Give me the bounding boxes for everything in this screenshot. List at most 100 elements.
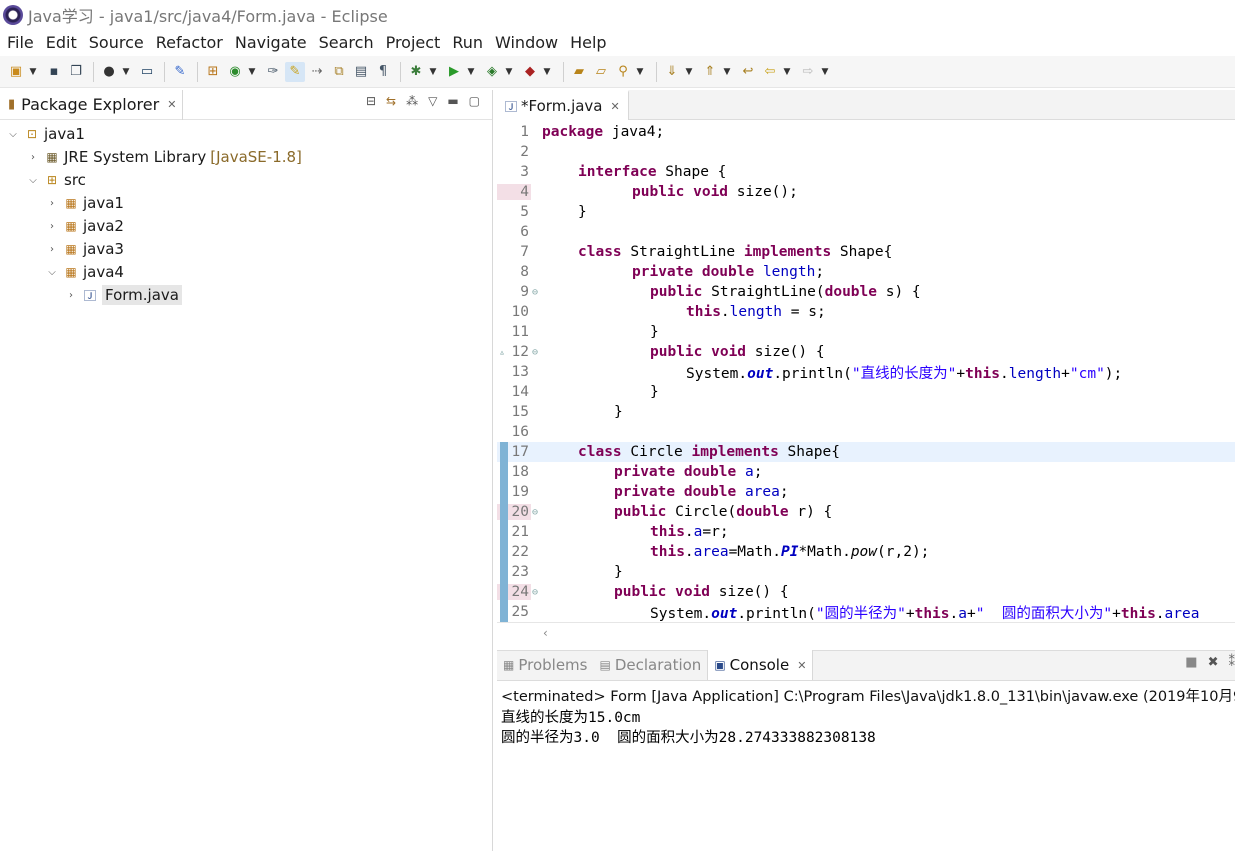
tab-package-explorer[interactable]: ▮ Package Explorer ✕ [0,89,184,120]
chevron-down-icon[interactable]: ⌵ [6,129,20,140]
tree-item-jre-library[interactable]: › ▦ JRE System Library [JavaSE-1.8] [26,146,302,168]
previous-annotation-dropdown-icon[interactable]: ▼ [722,62,732,82]
back-dropdown-icon[interactable]: ▼ [782,62,792,82]
chevron-right-icon[interactable]: › [26,152,40,163]
external-tools-icon[interactable]: ◆ [520,62,540,82]
code-line: 11} [511,324,659,340]
menu-search[interactable]: Search [314,33,379,52]
fold-collapse-icon[interactable]: ⊖ [532,287,538,298]
tree-item-package[interactable]: › ▦ java1 [45,192,124,214]
tree-item-file[interactable]: › 🄹 Form.java [64,284,182,306]
remove-launch-icon[interactable]: ✖ [1208,655,1219,670]
tree-item-project[interactable]: ⌵ ⊡ java1 [6,123,85,145]
chevron-right-icon[interactable]: › [45,221,59,232]
profile-dropdown-icon[interactable]: ▼ [121,62,131,82]
menu-source[interactable]: Source [84,33,149,52]
package-label: java1 [83,194,124,212]
tab-problems[interactable]: ▦ Problems [497,650,593,680]
remove-all-launches-icon[interactable]: ⁑ [1229,655,1235,670]
tab-declaration[interactable]: ▤ Declaration [593,650,707,680]
save-all-icon[interactable]: ❐ [66,62,86,82]
fold-collapse-icon[interactable]: ⊖ [532,507,538,518]
horizontal-scrollbar[interactable]: ‹ [497,622,1235,642]
tree-item-package[interactable]: ⌵ ▦ java4 [45,261,124,283]
back-icon[interactable]: ⇦ [760,62,780,82]
tree-item-package[interactable]: › ▦ java3 [45,238,124,260]
change-marker [500,442,508,462]
scroll-left-icon[interactable]: ‹ [543,626,548,640]
menu-help[interactable]: Help [565,33,611,52]
filters-icon[interactable]: ⁂ [406,94,418,108]
menu-refactor[interactable]: Refactor [151,33,228,52]
link-with-editor-icon[interactable]: ⇆ [386,94,396,108]
toggle-breadcrumb-icon[interactable]: ⇢ [307,62,327,82]
search-icon[interactable]: ⚲ [613,62,633,82]
minimize-icon[interactable]: ▬ [447,94,458,108]
next-annotation-dropdown-icon[interactable]: ▼ [684,62,694,82]
maximize-icon[interactable]: ▢ [469,94,480,108]
view-menu-icon[interactable]: ▽ [428,94,437,108]
code-line: 18 private double a; [497,462,1235,482]
toggle-mark-occurrences-icon[interactable]: ✑ [263,62,283,82]
last-edit-location-icon[interactable]: ↩ [738,62,758,82]
tab-console[interactable]: ▣ Console ✕ [707,650,814,680]
tab-form-java[interactable]: 🄹 *Form.java ✕ [497,90,629,120]
collapse-all-icon[interactable]: ⊟ [366,94,376,108]
code-editor[interactable]: 1 package java4; 2 3 interface Shape { 4 pu… [497,122,1235,622]
profile-icon[interactable]: ● [99,62,119,82]
new-java-project-icon[interactable]: ⊞ [203,62,223,82]
tab-declaration-label: Declaration [614,656,702,674]
run-icon[interactable]: ▶ [444,62,464,82]
new-icon[interactable]: ▣ [6,62,26,82]
next-annotation-icon[interactable]: ⇓ [662,62,682,82]
tree-item-src[interactable]: ⌵ ⊞ src [26,169,86,191]
search-dropdown-icon[interactable]: ▼ [635,62,645,82]
new-dropdown-icon[interactable]: ▼ [28,62,38,82]
tree-item-package[interactable]: › ▦ java2 [45,215,124,237]
change-marker [500,582,508,602]
close-icon[interactable]: ✕ [167,98,176,111]
package-explorer-tab-label: Package Explorer [21,95,160,114]
console-tools: ■ ✖ ⁑ [1175,655,1235,670]
menu-window[interactable]: Window [490,33,563,52]
save-icon[interactable]: ▪ [44,62,64,82]
close-icon[interactable]: ✕ [611,100,620,113]
close-icon[interactable]: ✕ [797,659,806,672]
java-file-icon: 🄹 [83,288,96,303]
fold-collapse-icon[interactable]: ⊖ [532,587,538,598]
chevron-right-icon[interactable]: › [45,244,59,255]
menu-file[interactable]: File [2,33,39,52]
coverage-dropdown-icon[interactable]: ▼ [504,62,514,82]
fold-collapse-icon[interactable]: ⊖ [532,347,538,358]
menu-navigate[interactable]: Navigate [230,33,312,52]
skip-breakpoints-icon[interactable]: ✎ [170,62,190,82]
run-dropdown-icon[interactable]: ▼ [466,62,476,82]
bottom-panel-tab-bar: ▦ Problems ▤ Declaration ▣ Console ✕ ■ ✖… [497,650,1235,681]
external-tools-dropdown-icon[interactable]: ▼ [542,62,552,82]
open-type-icon[interactable]: ▰ [569,62,589,82]
block-selection-icon[interactable]: ⧉ [329,62,349,82]
show-whitespace-icon[interactable]: ¶ [373,62,393,82]
terminal-icon[interactable]: ▭ [137,62,157,82]
chevron-right-icon[interactable]: › [45,198,59,209]
new-class-icon[interactable]: ◉ [225,62,245,82]
debug-dropdown-icon[interactable]: ▼ [428,62,438,82]
menu-edit[interactable]: Edit [41,33,82,52]
open-task-icon[interactable]: ▱ [591,62,611,82]
debug-icon[interactable]: ✱ [406,62,426,82]
coverage-icon[interactable]: ◈ [482,62,502,82]
code-line: 2 [520,144,529,160]
show-source-icon[interactable]: ▤ [351,62,371,82]
chevron-right-icon[interactable]: › [64,290,78,301]
change-marker [500,562,508,582]
forward-dropdown-icon[interactable]: ▼ [820,62,830,82]
new-class-dropdown-icon[interactable]: ▼ [247,62,257,82]
toggle-highlight-icon[interactable]: ✎ [285,61,305,82]
menu-run[interactable]: Run [447,33,488,52]
chevron-down-icon[interactable]: ⌵ [45,267,59,278]
forward-icon[interactable]: ⇨ [798,62,818,82]
menu-project[interactable]: Project [381,33,446,52]
previous-annotation-icon[interactable]: ⇑ [700,62,720,82]
chevron-down-icon[interactable]: ⌵ [26,175,40,186]
terminate-icon[interactable]: ■ [1185,655,1197,670]
